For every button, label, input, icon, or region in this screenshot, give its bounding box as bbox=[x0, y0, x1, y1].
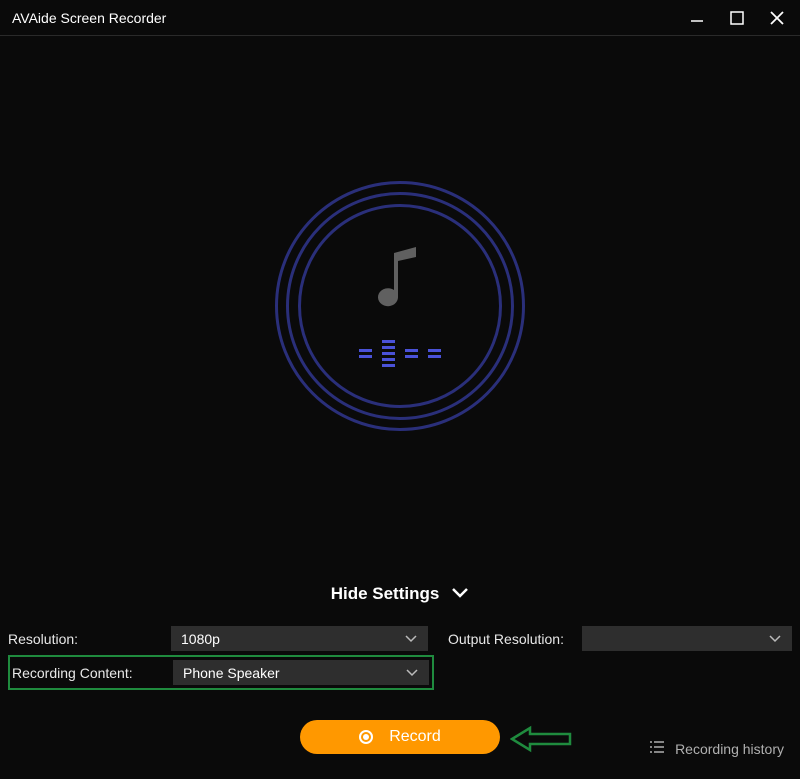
record-icon bbox=[359, 730, 373, 744]
recording-history-label: Recording history bbox=[675, 741, 784, 757]
recording-content-select[interactable]: Phone Speaker bbox=[173, 660, 429, 685]
resolution-select[interactable]: 1080p bbox=[171, 626, 428, 651]
record-label: Record bbox=[389, 728, 441, 746]
list-icon bbox=[649, 740, 665, 757]
hide-settings-label: Hide Settings bbox=[331, 584, 440, 604]
chevron-down-icon bbox=[405, 665, 419, 681]
close-icon[interactable] bbox=[766, 7, 788, 29]
chevron-down-icon bbox=[404, 631, 418, 647]
minimize-icon[interactable] bbox=[686, 7, 708, 29]
window-controls bbox=[686, 7, 788, 29]
titlebar: AVAide Screen Recorder bbox=[0, 0, 800, 36]
chevron-down-icon bbox=[451, 584, 469, 604]
recording-content-highlight: Recording Content: Phone Speaker bbox=[8, 655, 434, 690]
recording-content-label: Recording Content: bbox=[10, 665, 153, 681]
resolution-value: 1080p bbox=[181, 631, 220, 647]
chevron-down-icon bbox=[768, 631, 782, 647]
hide-settings-toggle[interactable]: Hide Settings bbox=[0, 576, 800, 622]
settings-panel: Resolution: 1080p Output Resolution: Rec… bbox=[0, 622, 800, 690]
output-resolution-select[interactable] bbox=[582, 626, 792, 651]
main-area bbox=[0, 36, 800, 576]
resolution-label: Resolution: bbox=[8, 631, 151, 647]
audio-visualizer bbox=[275, 181, 525, 431]
recording-history-link[interactable]: Recording history bbox=[649, 740, 784, 757]
annotation-arrow-icon bbox=[510, 724, 576, 759]
maximize-icon[interactable] bbox=[726, 7, 748, 29]
window-title: AVAide Screen Recorder bbox=[12, 10, 166, 26]
recording-content-value: Phone Speaker bbox=[183, 665, 280, 681]
record-button[interactable]: Record bbox=[300, 720, 500, 754]
output-resolution-label: Output Resolution: bbox=[448, 631, 564, 647]
